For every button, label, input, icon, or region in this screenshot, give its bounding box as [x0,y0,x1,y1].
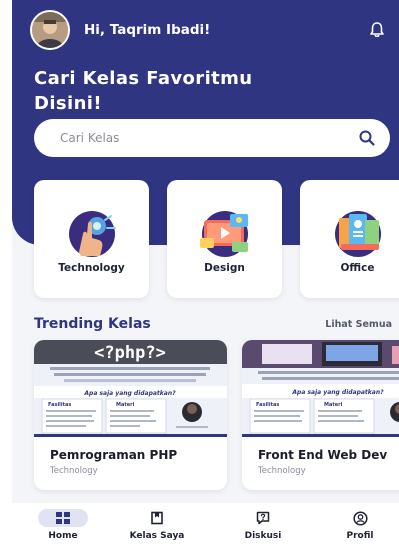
app-screen: Hi, Taqrim Ibadi! Cari Kelas Favoritmu D… [12,0,399,545]
avatar-photo [32,12,68,48]
nav-item-profil[interactable]: Profil [325,509,395,541]
search-input[interactable]: Cari Kelas [60,131,358,145]
nav-label-kelas-saya: Kelas Saya [129,531,185,541]
nav-home-pill [38,509,88,527]
course-thumbnail-art: <?php?> Apa saja yang didapatkan? Fasili… [34,340,227,437]
office-icon [334,211,381,257]
technology-icon [68,211,116,257]
course-category: Technology [50,466,98,476]
category-card-office[interactable]: Office [300,180,399,298]
nav-item-kelas-saya[interactable]: Kelas Saya [122,509,192,541]
course-thumbnail: Apa saja yang didapatkan? Fasilitas Mate… [242,340,399,437]
course-thumbnail: <?php?> Apa saja yang didapatkan? Fasili… [34,340,227,437]
top-bar: Hi, Taqrim Ibadi! [30,10,387,50]
trending-title: Trending Kelas [34,316,151,332]
thumbnail-banner: Apa saja yang didapatkan? [83,390,176,397]
profile-icon [352,510,368,526]
thumbnail-heading: <?php?> [94,343,166,363]
thumbnail-col2: Materi [116,402,135,408]
thumbnail-banner: Apa saja yang didapatkan? [291,389,384,396]
course-card-frontend[interactable]: Apa saja yang didapatkan? Fasilitas Mate… [242,340,399,490]
page-headline: Cari Kelas Favoritmu Disini! [34,68,253,114]
nav-label-profil: Profil [346,531,374,541]
nav-item-home[interactable]: Home [28,509,98,541]
category-label-design: Design [204,262,245,274]
nav-profil-pill [335,509,385,527]
bell-icon[interactable] [367,20,387,40]
chat-question-icon [256,511,270,525]
bookmark-icon [151,511,163,525]
see-all-link[interactable]: Lihat Semua [325,319,392,330]
thumbnail-col1: Fasilitas [48,402,71,408]
nav-label-diskusi: Diskusi [244,531,282,541]
course-category: Technology [258,466,306,476]
avatar[interactable] [30,10,70,50]
search-bar[interactable]: Cari Kelas [34,119,390,157]
category-label-technology: Technology [58,262,125,274]
thumbnail-col2: Materi [324,402,343,408]
category-card-design[interactable]: Design [167,180,282,298]
nav-label-home: Home [48,531,78,541]
trending-header: Trending Kelas Lihat Semua [34,316,392,332]
design-icon [199,211,248,257]
thumbnail-col1: Fasilitas [256,402,279,408]
course-title: Front End Web Dev [258,448,388,462]
course-card-php[interactable]: <?php?> Apa saja yang didapatkan? Fasili… [34,340,227,490]
greeting-text: Hi, Taqrim Ibadi! [84,22,211,38]
home-icon [56,512,70,524]
course-thumbnail-art: Apa saja yang didapatkan? Fasilitas Mate… [242,340,399,437]
nav-diskusi-pill [238,509,288,527]
bottom-navigation: Home Kelas Saya Diskusi Profil [12,503,399,545]
category-label-office: Office [340,262,375,274]
search-icon[interactable] [358,129,376,147]
nav-item-diskusi[interactable]: Diskusi [228,509,298,541]
nav-kelas-pill [132,509,182,527]
category-card-technology[interactable]: Technology [34,180,149,298]
course-title: Pemrograman PHP [50,448,178,462]
